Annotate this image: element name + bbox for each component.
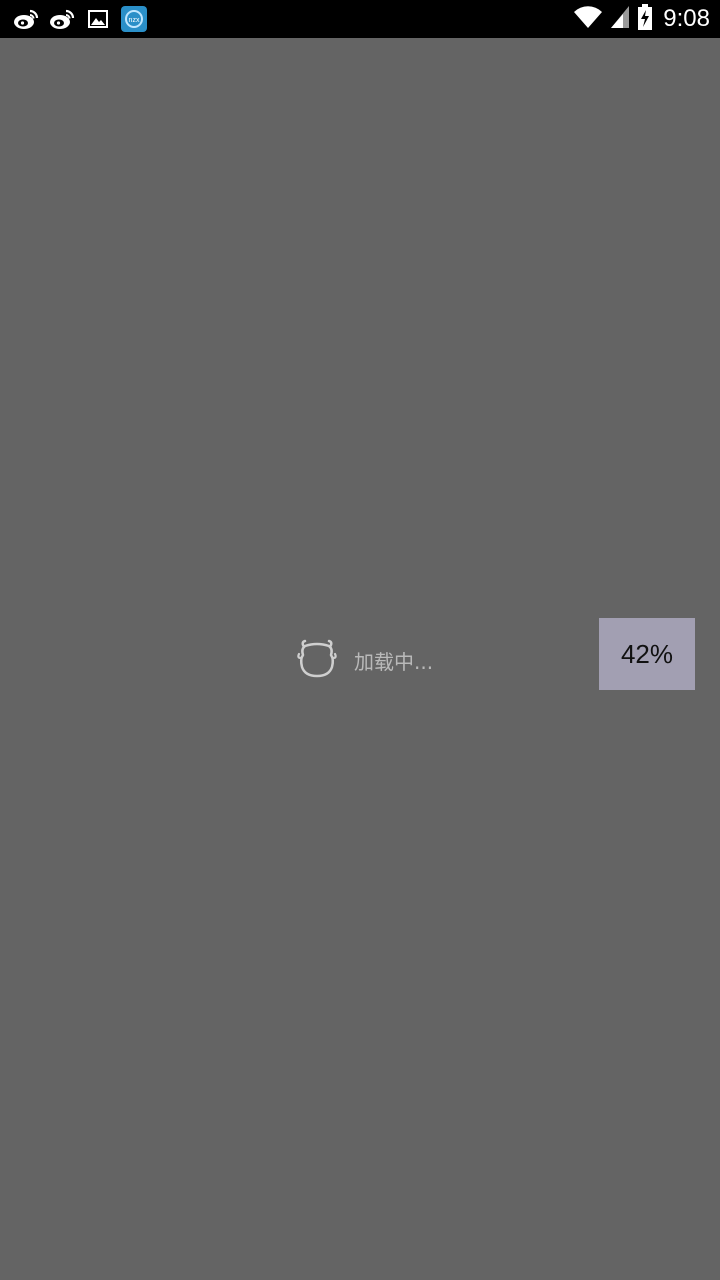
system-icons: 9:08 (573, 0, 710, 38)
battery-charging-icon (637, 3, 653, 35)
loading-text: 加载中... (354, 649, 434, 674)
status-bar: nzx 9:08 (0, 0, 720, 38)
status-time: 9:08 (663, 5, 710, 32)
weibo-icon (12, 5, 40, 33)
progress-percent-label: 42% (620, 638, 674, 669)
weibo-icon (48, 5, 76, 33)
wifi-icon (573, 4, 603, 34)
app-icon: nzx (120, 5, 148, 33)
progress-percent-badge: 42% (599, 618, 695, 690)
loading-indicator: 加载中... (296, 638, 433, 682)
loading-screen: 加载中... 42% (0, 38, 720, 1280)
gallery-icon (84, 5, 112, 33)
notification-icons: nzx (12, 5, 148, 33)
svg-text:nzx: nzx (129, 17, 140, 24)
cow-head-icon (296, 637, 338, 683)
signal-icon (609, 4, 631, 34)
